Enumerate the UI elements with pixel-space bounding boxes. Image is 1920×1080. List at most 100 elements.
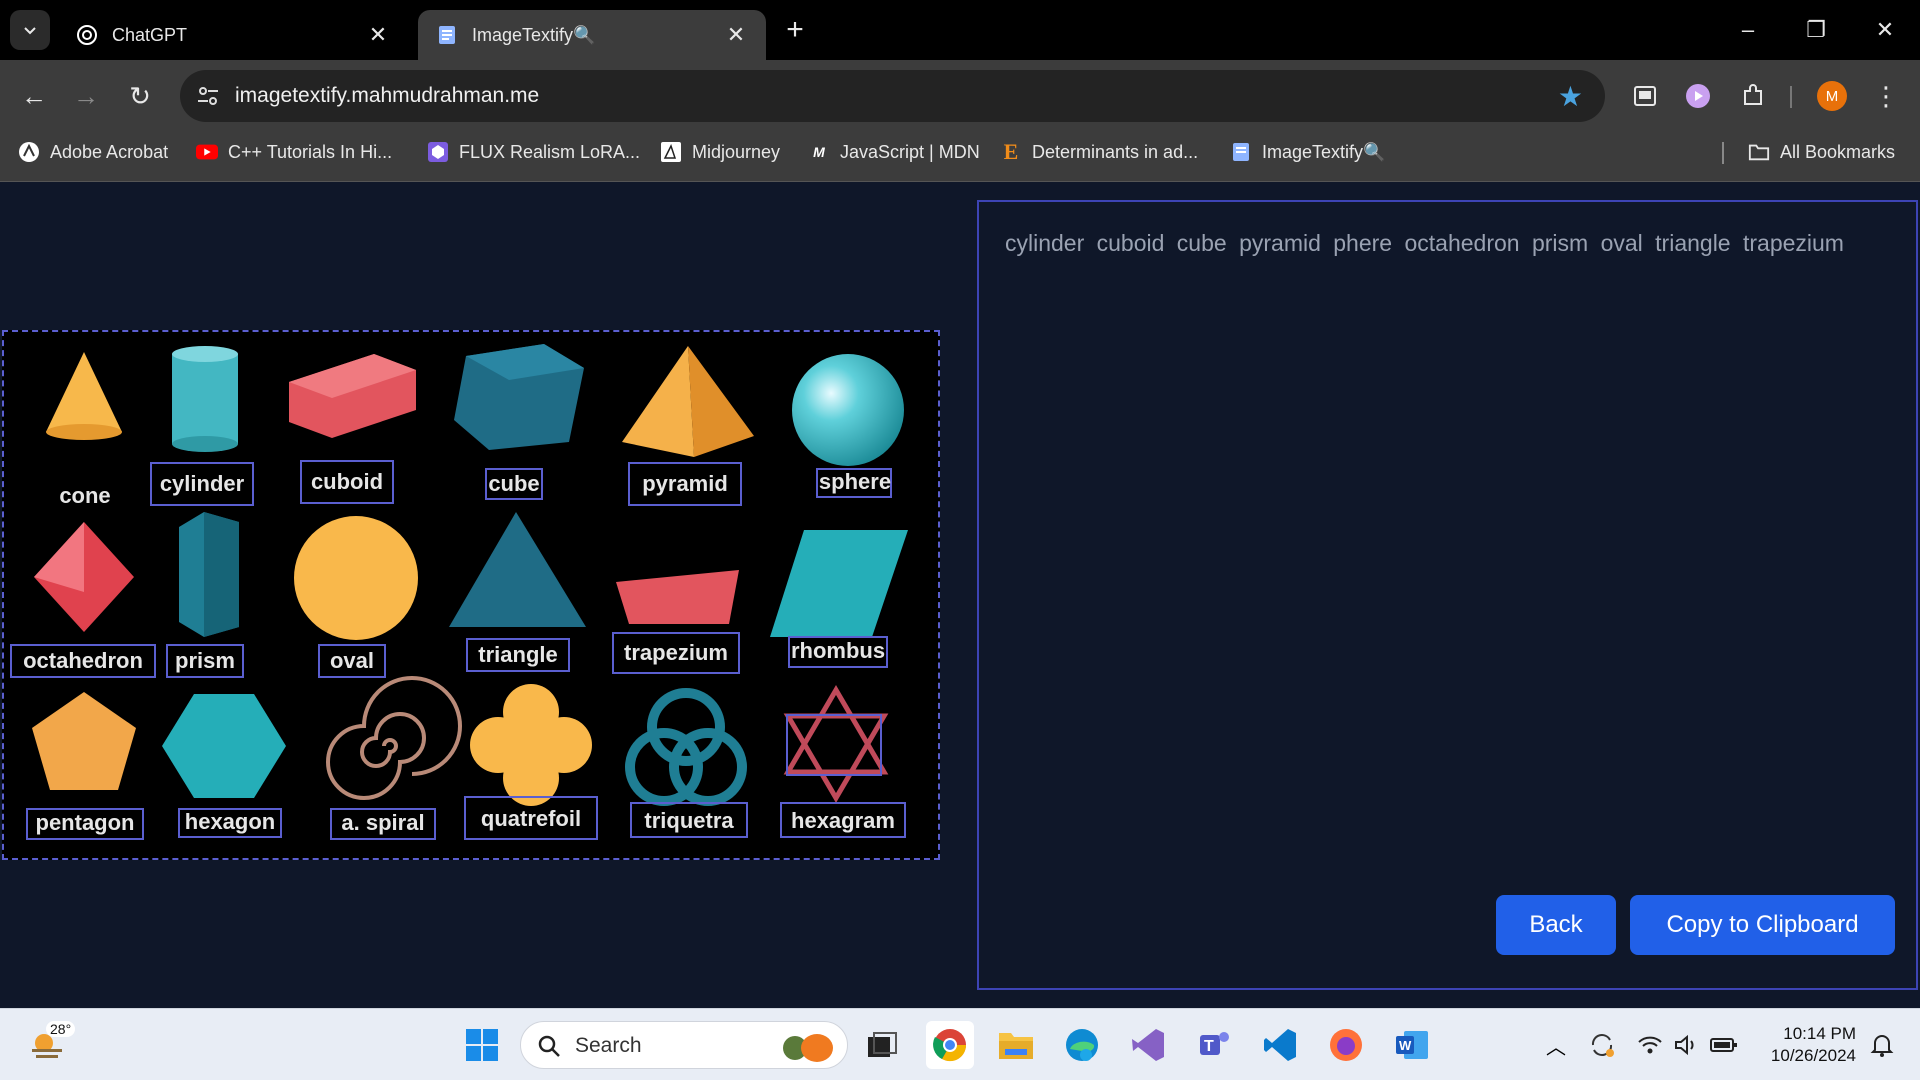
media-extension-icon[interactable] — [1678, 76, 1718, 116]
visual-studio-icon[interactable] — [1124, 1021, 1172, 1069]
avatar: M — [1817, 81, 1847, 111]
shape-label-pentagon: pentagon — [35, 810, 135, 835]
close-tab-icon[interactable]: ✕ — [366, 22, 390, 48]
back-button[interactable]: Back — [1496, 895, 1616, 955]
triquetra-shape — [625, 688, 747, 806]
task-view-icon[interactable] — [858, 1021, 906, 1069]
bookmark-label: FLUX Realism LoRA... — [459, 141, 641, 162]
edge-icon[interactable] — [1058, 1021, 1106, 1069]
firefox-icon[interactable] — [1322, 1021, 1370, 1069]
bookmark-midjourney[interactable]: Midjourney — [660, 136, 780, 168]
teams-icon[interactable]: T — [1190, 1021, 1238, 1069]
shape-label-quatrefoil: quatrefoil — [480, 806, 582, 831]
vscode-icon[interactable] — [1256, 1021, 1304, 1069]
shape-label-rhombus: rhombus — [790, 638, 886, 663]
tab-strip: ChatGPT ✕ ImageTextify🔍 ✕ + – ❐ ✕ — [0, 0, 1920, 60]
quatrefoil-shape — [470, 684, 592, 806]
shape-label-cuboid: cuboid — [310, 469, 384, 494]
shape-label-hexagon: hexagon — [184, 809, 276, 834]
acrobat-icon — [18, 141, 40, 163]
copy-to-clipboard-button[interactable]: Copy to Clipboard — [1630, 895, 1895, 955]
battery-icon[interactable] — [1700, 1021, 1748, 1069]
pumpkin-icon — [783, 1034, 833, 1062]
shape-label-cube: cube — [488, 471, 540, 496]
clock-time: 10:14 PM — [1783, 1024, 1856, 1043]
chevron-up-icon[interactable]: ︿ — [1532, 1021, 1580, 1069]
sync-icon[interactable] — [1578, 1021, 1626, 1069]
folder-icon — [1748, 141, 1770, 163]
shape-label-sphere: sphere — [818, 469, 892, 494]
start-windows-icon[interactable] — [458, 1021, 506, 1069]
bookmark-label: C++ Tutorials In Hi... — [228, 141, 393, 162]
bookmark-determinants[interactable]: E Determinants in ad... — [1000, 136, 1198, 168]
spiral-shape — [326, 676, 462, 800]
weather-temperature: 28° — [46, 1021, 76, 1037]
shapes-illustration — [32, 344, 908, 806]
pentagon-shape — [32, 692, 136, 790]
tab-search-button[interactable] — [10, 10, 50, 50]
search-placeholder: Search — [575, 1034, 642, 1057]
toolbar-divider — [1790, 86, 1792, 108]
hexagon-logo-icon — [427, 141, 449, 163]
forward-arrow-icon[interactable]: → — [66, 76, 106, 116]
taskbar-search[interactable]: Search — [520, 1021, 848, 1069]
mdn-icon: M — [813, 144, 825, 160]
trapezium-shape — [616, 570, 739, 624]
minimize-button[interactable]: – — [1725, 10, 1771, 50]
svg-text:W: W — [1399, 1038, 1412, 1053]
triangle-shape — [449, 512, 586, 627]
tab-imagetextify[interactable]: ImageTextify🔍 ✕ — [418, 10, 766, 60]
bookmark-label: Determinants in ad... — [1032, 141, 1199, 162]
midjourney-icon — [660, 141, 682, 163]
chatgpt-icon — [77, 25, 97, 45]
page-content: cone cylinder cuboid cube pyramid sphere… — [0, 182, 1920, 1008]
profile-avatar[interactable]: M — [1812, 76, 1852, 116]
bookmarks-bar: Adobe Acrobat C++ Tutorials In Hi... FLU… — [0, 132, 1920, 172]
reload-icon[interactable]: ↻ — [120, 76, 160, 116]
address-bar[interactable]: imagetextify.mahmudrahman.me ★ — [180, 70, 1605, 122]
tab-title: ChatGPT — [112, 24, 188, 45]
close-window-button[interactable]: ✕ — [1862, 10, 1908, 50]
word-icon[interactable]: W — [1388, 1021, 1436, 1069]
extracted-text[interactable]: cylinder cuboid cube pyramid phere octah… — [1005, 230, 1844, 257]
shape-label-prism: prism — [175, 648, 235, 673]
file-explorer-icon[interactable] — [992, 1021, 1040, 1069]
tab-chatgpt[interactable]: ChatGPT ✕ — [58, 10, 408, 60]
e-logo-icon: E — [1003, 139, 1019, 164]
system-clock[interactable]: 10:14 PM 10/26/2024 — [1771, 1023, 1856, 1067]
restore-button[interactable]: ❐ — [1793, 10, 1839, 50]
cast-icon[interactable] — [1625, 76, 1665, 116]
shape-label-triangle: triangle — [478, 642, 558, 667]
notifications-icon[interactable] — [1858, 1021, 1906, 1069]
shape-label-oval: oval — [329, 648, 375, 673]
shape-label-cone: cone — [59, 483, 111, 508]
extracted-text-panel[interactable]: cylinder cuboid cube pyramid phere octah… — [977, 200, 1918, 990]
menu-kebab-icon[interactable]: ⋮ — [1866, 76, 1906, 116]
close-tab-icon[interactable]: ✕ — [724, 22, 748, 48]
tab-title: ImageTextify🔍 — [472, 24, 596, 45]
uploaded-image-preview: cone cylinder cuboid cube pyramid sphere… — [2, 330, 940, 860]
bookmark-label: ImageTextify🔍 — [1262, 141, 1386, 162]
pyramid-shape — [622, 346, 754, 457]
search-icon — [538, 1035, 560, 1057]
cylinder-shape — [172, 346, 238, 452]
shape-label-pyramid: pyramid — [642, 471, 728, 496]
svg-text:T: T — [1204, 1038, 1214, 1055]
shape-label-hexagram: hexagram — [791, 808, 895, 833]
all-bookmarks[interactable]: All Bookmarks — [1748, 136, 1895, 168]
new-tab-button[interactable]: + — [778, 14, 812, 48]
bookmark-star-icon[interactable]: ★ — [1558, 80, 1583, 113]
cuboid-shape — [289, 354, 416, 438]
bookmark-cpp-tutorials[interactable]: C++ Tutorials In Hi... — [196, 136, 392, 168]
site-info-icon[interactable] — [194, 82, 222, 110]
back-arrow-icon[interactable]: ← — [14, 76, 54, 116]
bookmark-javascript-mdn[interactable]: M JavaScript | MDN — [808, 136, 980, 168]
bookmarks-divider — [1722, 142, 1724, 164]
extensions-icon[interactable] — [1733, 76, 1773, 116]
oval-shape — [294, 516, 418, 640]
bookmark-flux-realism[interactable]: FLUX Realism LoRA... — [427, 136, 640, 168]
bookmark-adobe-acrobat[interactable]: Adobe Acrobat — [18, 136, 168, 168]
imagetextify-favicon-icon — [439, 26, 455, 44]
chrome-taskbar-icon[interactable] — [926, 1021, 974, 1069]
bookmark-imagetextify[interactable]: ImageTextify🔍 — [1230, 136, 1385, 168]
